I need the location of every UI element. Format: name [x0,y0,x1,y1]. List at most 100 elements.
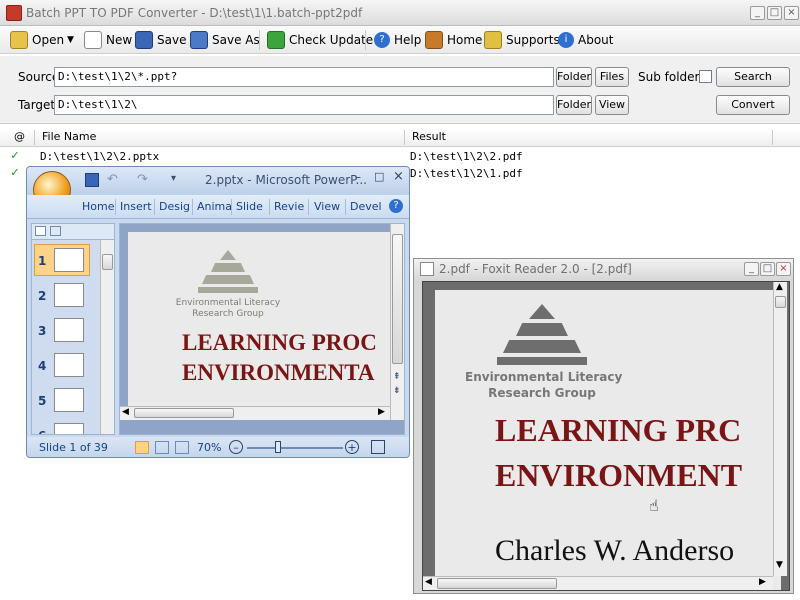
tab-review[interactable]: Revie [274,200,304,213]
tab-insert[interactable]: Insert [120,200,152,213]
tab-design[interactable]: Desig [159,200,190,213]
slide-thumbnail-3[interactable] [54,318,84,342]
powerpoint-window[interactable]: ↶ ↷ ▾ 2.pptx - Microsoft PowerP... – □ ×… [26,166,410,458]
close-button[interactable]: × [784,6,799,20]
scrollbar-thumb[interactable] [102,254,113,270]
source-folder-button[interactable]: Folder [556,67,592,87]
foxit-title-bar[interactable]: 2.pdf - Foxit Reader 2.0 - [2.pdf] _ □ × [414,259,793,279]
save-as-button[interactable]: Save As [190,30,260,50]
normal-view-icon[interactable] [135,441,149,454]
save-as-label: Save As [212,33,260,47]
close-button[interactable]: × [776,262,791,276]
pdf-page[interactable]: Environmental Literacy Research Group LE… [435,290,781,590]
scroll-right-icon[interactable]: ▶ [378,407,385,417]
source-input[interactable]: D:\test\1\2\*.ppt? [54,67,554,87]
tab-view[interactable]: View [314,200,340,213]
scroll-up-icon[interactable]: ▲ [776,282,783,292]
result-column-header[interactable]: Result [412,130,446,143]
source-files-button[interactable]: Files [595,67,629,87]
new-button[interactable]: New [84,30,132,50]
zoom-level[interactable]: 70% [197,441,221,454]
close-icon[interactable]: × [393,169,404,184]
tab-slide-show[interactable]: Slide [236,200,263,213]
convert-button[interactable]: Convert [716,95,790,115]
maximize-button[interactable]: □ [760,262,775,276]
slide-thumbnail-4[interactable] [54,353,84,377]
slide-thumbnail-5[interactable] [54,388,84,412]
save-button[interactable]: Save [135,30,186,50]
outline-tab-icon[interactable] [50,226,61,236]
tab-animations[interactable]: Anima [197,200,232,213]
zoom-slider[interactable] [247,447,343,449]
open-dropdown-button[interactable]: ▼ [67,30,74,50]
supports-button[interactable]: Supports [484,30,560,50]
scroll-right-icon[interactable]: ▶ [759,577,766,587]
home-icon [425,31,443,49]
slide-show-icon[interactable] [175,441,189,454]
help-button[interactable]: ? Help [374,30,421,50]
undo-icon[interactable]: ↶ [107,172,118,187]
ribbon-separator [308,199,309,215]
target-folder-button[interactable]: Folder [556,95,592,115]
scrollbar-thumb[interactable] [775,296,786,308]
foxit-title: 2.pdf - Foxit Reader 2.0 - [2.pdf] [439,262,632,276]
zoom-slider-handle[interactable] [275,441,281,453]
quick-save-icon[interactable] [85,173,99,187]
scrollbar-thumb[interactable] [437,578,557,589]
pdf-vertical-scrollbar[interactable]: ▲ ▼ [773,282,787,576]
target-view-button[interactable]: View [595,95,629,115]
zoom-in-icon[interactable]: + [345,440,359,454]
open-folder-icon [10,31,28,49]
ribbon-separator [154,199,155,215]
success-check-icon: ✓ [11,165,19,180]
slide-horizontal-scrollbar[interactable]: ◀ ▶ [120,406,390,420]
row-result: D:\test\1\2\1.pdf [410,167,523,180]
thumbnail-scrollbar[interactable] [100,240,114,434]
slide-sorter-icon[interactable] [155,441,169,454]
check-update-button[interactable]: Check Update [267,30,373,50]
quick-access-menu-icon[interactable]: ▾ [171,173,176,184]
search-button[interactable]: Search [716,67,790,87]
minimize-button[interactable]: _ [750,6,765,20]
maximize-icon[interactable]: □ [374,170,384,183]
pdf-horizontal-scrollbar[interactable]: ◀ ▶ [423,576,773,590]
next-slide-icon[interactable]: ⇟ [393,386,401,396]
previous-slide-icon[interactable]: ⇞ [393,372,401,382]
powerpoint-title-bar[interactable]: ↶ ↷ ▾ 2.pptx - Microsoft PowerP... – □ × [27,167,409,195]
scroll-down-icon[interactable]: ▼ [776,560,783,570]
slide-title-line2: ENVIRONMENTA [182,360,375,385]
fit-to-window-icon[interactable] [371,440,385,454]
about-label: About [578,33,614,47]
zoom-out-icon[interactable]: – [229,440,243,454]
slide-thumbnail-1[interactable] [54,248,84,272]
scroll-left-icon[interactable]: ◀ [425,577,432,587]
maximize-button[interactable]: □ [767,6,782,20]
info-icon: i [558,32,574,48]
tab-developer[interactable]: Devel [350,200,382,213]
save-disk-icon [135,31,153,49]
home-button[interactable]: Home [425,30,482,50]
open-button[interactable]: Open [10,30,64,50]
slide-vertical-scrollbar[interactable]: ⇞ ⇟ [390,224,404,420]
scroll-left-icon[interactable]: ◀ [122,407,129,417]
scrollbar-thumb[interactable] [134,408,234,418]
slides-tab-icon[interactable] [35,226,46,236]
scrollbar-thumb[interactable] [392,234,403,364]
app-icon [6,5,22,21]
subfolders-checkbox[interactable] [699,70,712,83]
about-button[interactable]: i About [558,30,613,50]
slide-thumbnail-2[interactable] [54,283,84,307]
tab-home[interactable]: Home [82,200,114,213]
logo-pyramid-icon [198,250,258,296]
status-column-header[interactable]: @ [14,130,25,143]
table-row[interactable]: ✓ D:\test\1\2\2.pptx D:\test\1\2\2.pdf [0,148,800,165]
slide-thumbnail-6[interactable] [54,423,84,434]
help-icon[interactable]: ? [389,199,403,213]
target-input[interactable]: D:\test\1\2\ [54,95,554,115]
file-name-column-header[interactable]: File Name [42,130,96,143]
minimize-icon[interactable]: – [355,170,361,184]
redo-icon[interactable]: ↷ [137,172,148,187]
foxit-reader-window[interactable]: 2.pdf - Foxit Reader 2.0 - [2.pdf] _ □ ×… [413,258,794,594]
current-slide[interactable]: Environmental Literacy Research Group LE… [128,232,392,412]
minimize-button[interactable]: _ [744,262,759,276]
